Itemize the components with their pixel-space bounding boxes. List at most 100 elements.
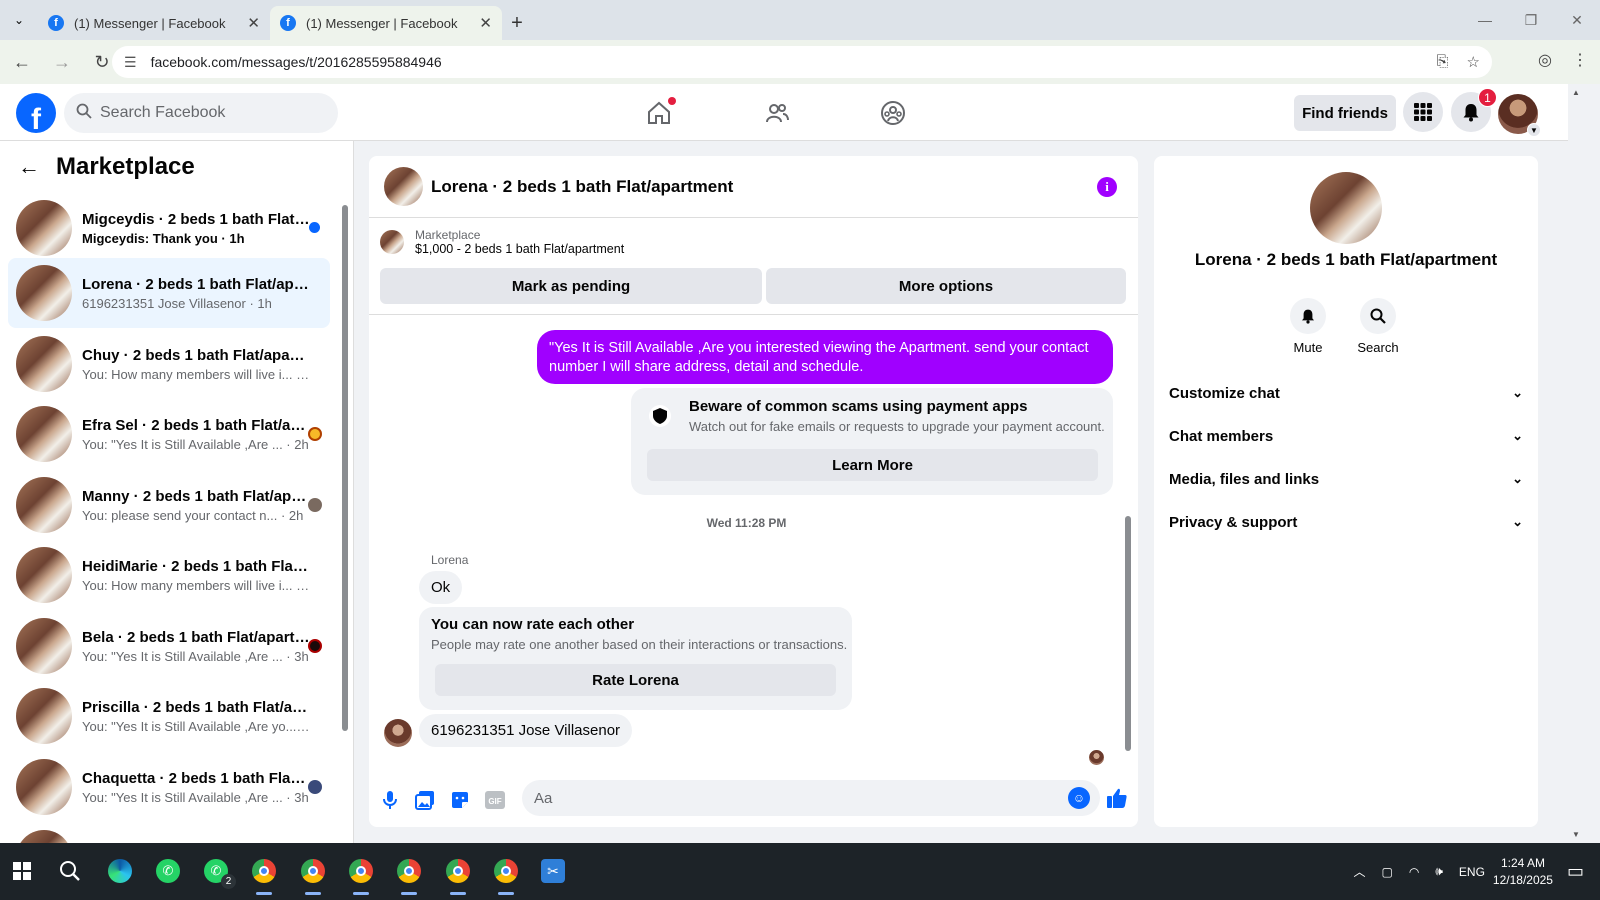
- conversation-item[interactable]: Manny · 2 beds 1 bath Flat/apartment You…: [8, 470, 330, 540]
- close-tab-icon[interactable]: ✕: [247, 14, 260, 32]
- home-icon[interactable]: [642, 96, 676, 130]
- minimize-icon[interactable]: —: [1462, 0, 1508, 40]
- whatsapp-business-icon[interactable]: ✆ 2: [198, 853, 236, 889]
- chrome-profile-icon[interactable]: [440, 853, 476, 895]
- sidebar-scrollbar[interactable]: [342, 193, 348, 833]
- wifi-icon[interactable]: ◠: [1409, 865, 1419, 879]
- sticker-icon[interactable]: [449, 789, 471, 811]
- conversation-item[interactable]: Chaquetta · 2 beds 1 bath Flat/apartment…: [8, 752, 330, 822]
- conversation-last-message: You: "Yes It is Still Available ,Are ...…: [82, 436, 309, 452]
- volume-icon[interactable]: 🕪: [1435, 864, 1443, 879]
- listing-thumbnail: [16, 200, 72, 256]
- chat-members-section[interactable]: Chat members ⌄: [1169, 419, 1523, 453]
- conversation-last-message: You: please send your contact n... · 2h: [82, 507, 304, 523]
- language-indicator[interactable]: ENG: [1459, 865, 1485, 879]
- photo-icon[interactable]: [414, 789, 436, 811]
- thumbs-up-icon[interactable]: [1104, 785, 1130, 811]
- notifications-badge: 1: [1478, 88, 1497, 107]
- sender-avatar[interactable]: [384, 719, 412, 747]
- browser-tab-1[interactable]: f (1) Messenger | Facebook ✕: [38, 6, 270, 40]
- groups-icon[interactable]: [876, 96, 910, 130]
- listing-price-title: $1,000 - 2 beds 1 bath Flat/apartment: [415, 242, 625, 256]
- chrome-profile-icon[interactable]: [343, 853, 379, 895]
- forward-icon[interactable]: →: [44, 44, 80, 80]
- conversation-item[interactable]: Bela · 2 beds 1 bath Flat/apartment You:…: [8, 611, 330, 681]
- facebook-search-input[interactable]: Search Facebook: [64, 93, 338, 133]
- mark-as-pending-button[interactable]: Mark as pending: [380, 268, 762, 304]
- chat-scrollbar[interactable]: [1125, 316, 1133, 766]
- info-icon[interactable]: i: [1097, 177, 1117, 197]
- details-title: Lorena · 2 beds 1 bath Flat/apartment: [1194, 250, 1498, 269]
- scrollbar-thumb[interactable]: [1125, 516, 1131, 751]
- page-scrollbar[interactable]: ▲ ▼: [1568, 84, 1584, 843]
- marketplace-label: Marketplace: [415, 228, 481, 242]
- emoji-icon[interactable]: ☺: [1068, 787, 1090, 809]
- device-icon[interactable]: ▢: [1382, 865, 1393, 879]
- microphone-icon[interactable]: [379, 789, 401, 811]
- media-files-links-section[interactable]: Media, files and links ⌄: [1169, 462, 1523, 496]
- conversation-item[interactable]: Priscilla · 2 beds 1 bath Flat/apartment…: [8, 681, 330, 751]
- privacy-support-section[interactable]: Privacy & support ⌄: [1169, 505, 1523, 539]
- windows-start-icon[interactable]: [4, 853, 40, 889]
- mute-button[interactable]: Mute: [1278, 298, 1338, 355]
- find-friends-button[interactable]: Find friends: [1294, 95, 1396, 131]
- install-app-icon[interactable]: ⎘: [1437, 53, 1449, 71]
- message-timestamp: Wed 11:28 PM: [706, 516, 787, 530]
- tray-overflow-chevron-icon[interactable]: ︿: [1354, 863, 1366, 880]
- account-avatar[interactable]: ▼: [1498, 94, 1541, 137]
- site-info-icon[interactable]: ☰: [124, 54, 137, 71]
- notification-center-icon[interactable]: ▭: [1567, 861, 1584, 882]
- learn-more-button[interactable]: Learn More: [647, 449, 1098, 481]
- notifications-bell-icon[interactable]: 1: [1451, 88, 1497, 132]
- search-in-conversation-button[interactable]: Search: [1348, 298, 1408, 355]
- close-window-icon[interactable]: ✕: [1554, 0, 1600, 40]
- clock[interactable]: 1:24 AM 12/18/2025: [1493, 855, 1553, 889]
- close-tab-icon[interactable]: ✕: [479, 14, 492, 32]
- friends-icon[interactable]: [760, 96, 794, 130]
- conversation-item[interactable]: Efra Sel · 2 beds 1 bath Flat/apartment …: [8, 399, 330, 469]
- conversation-item[interactable]: Lorena · 2 beds 1 bath Flat/apartment 61…: [8, 258, 330, 328]
- section-label: Customize chat: [1169, 384, 1280, 402]
- conversation-item[interactable]: Migceydis · 2 beds 1 bath Flat/apartment…: [8, 193, 330, 263]
- listing-summary[interactable]: Marketplace $1,000 - 2 beds 1 bath Flat/…: [380, 228, 624, 256]
- chrome-profile-icon[interactable]: [295, 853, 331, 895]
- scrollbar-thumb[interactable]: [342, 205, 348, 731]
- listing-thumbnail[interactable]: [1310, 172, 1382, 244]
- message-input[interactable]: Aa ☺: [522, 780, 1100, 816]
- url-field[interactable]: ☰ facebook.com/messages/t/20162855958849…: [112, 46, 1492, 78]
- snipping-tool-icon[interactable]: ✂: [535, 853, 571, 889]
- facebook-favicon-icon: f: [280, 15, 296, 31]
- profile-icon[interactable]: ◎: [1538, 50, 1552, 70]
- taskbar-search-icon[interactable]: [52, 853, 88, 889]
- tab-search-dropdown[interactable]: ⌄: [0, 0, 38, 40]
- whatsapp-icon[interactable]: ✆: [150, 853, 186, 889]
- chat-title[interactable]: Lorena · 2 beds 1 bath Flat/apartment: [431, 177, 733, 197]
- conversation-item[interactable]: Chuy · 2 beds 1 bath Flat/apartment You:…: [8, 329, 330, 399]
- browser-menu-icon[interactable]: ⋮: [1572, 50, 1588, 70]
- menu-grid-icon[interactable]: [1403, 92, 1443, 132]
- chrome-icon[interactable]: [246, 853, 282, 895]
- conversation-item[interactable]: [8, 823, 330, 843]
- conversation-name: Manny · 2 beds 1 bath Flat/apartment: [82, 487, 310, 505]
- scroll-down-arrow-icon[interactable]: ▼: [1572, 830, 1580, 839]
- restore-icon[interactable]: ❐: [1508, 0, 1554, 40]
- gif-icon[interactable]: GIF: [484, 789, 506, 811]
- facebook-logo-icon[interactable]: f: [16, 93, 56, 133]
- more-options-button[interactable]: More options: [766, 268, 1126, 304]
- rate-lorena-button[interactable]: Rate Lorena: [435, 664, 836, 696]
- customize-chat-section[interactable]: Customize chat ⌄: [1169, 376, 1523, 410]
- listing-thumbnail[interactable]: [384, 167, 423, 206]
- chrome-profile-icon[interactable]: [488, 853, 524, 895]
- new-tab-button[interactable]: +: [502, 6, 532, 40]
- back-icon[interactable]: ←: [4, 44, 40, 80]
- scroll-up-arrow-icon[interactable]: ▲: [1572, 88, 1580, 97]
- section-label: Media, files and links: [1169, 470, 1320, 488]
- browser-tab-2[interactable]: f (1) Messenger | Facebook ✕: [270, 6, 502, 40]
- facebook-header: f Search Facebook Find friends 1 ▼: [0, 84, 1568, 141]
- conversation-item[interactable]: HeidiMarie · 2 beds 1 bath Flat/apartmen…: [8, 540, 330, 610]
- chrome-profile-icon[interactable]: [391, 853, 427, 895]
- edge-browser-icon[interactable]: [102, 853, 138, 889]
- bookmark-star-icon[interactable]: ☆: [1467, 53, 1480, 71]
- system-tray: ︿ ▢ ◠ 🕪 ENG 1:24 AM 12/18/2025 ▭: [1354, 843, 1600, 900]
- back-arrow-icon[interactable]: ←: [18, 154, 40, 180]
